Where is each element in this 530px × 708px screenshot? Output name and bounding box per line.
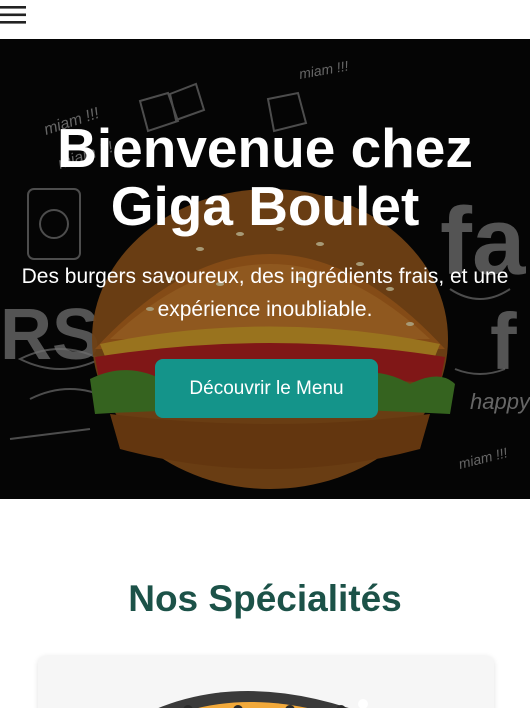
hero-section: miam !!! miam !!! miam !!! miam !!! happ…: [0, 39, 530, 499]
top-bar: [0, 0, 530, 39]
hero-title-line2: Giga Boulet: [110, 175, 420, 237]
discover-menu-button[interactable]: Découvrir le Menu: [155, 359, 378, 418]
hero-title: Bienvenue chez Giga Boulet: [0, 119, 530, 235]
hero-subtitle: Des burgers savoureux, des ingrédients f…: [21, 265, 509, 321]
specialty-card[interactable]: [38, 656, 494, 708]
hero-title-line1: Bienvenue chez: [57, 117, 473, 179]
hamburger-menu-icon[interactable]: [0, 3, 28, 27]
specialties-title: Nos Spécialités: [128, 578, 402, 619]
specialty-card-image: [158, 691, 368, 708]
